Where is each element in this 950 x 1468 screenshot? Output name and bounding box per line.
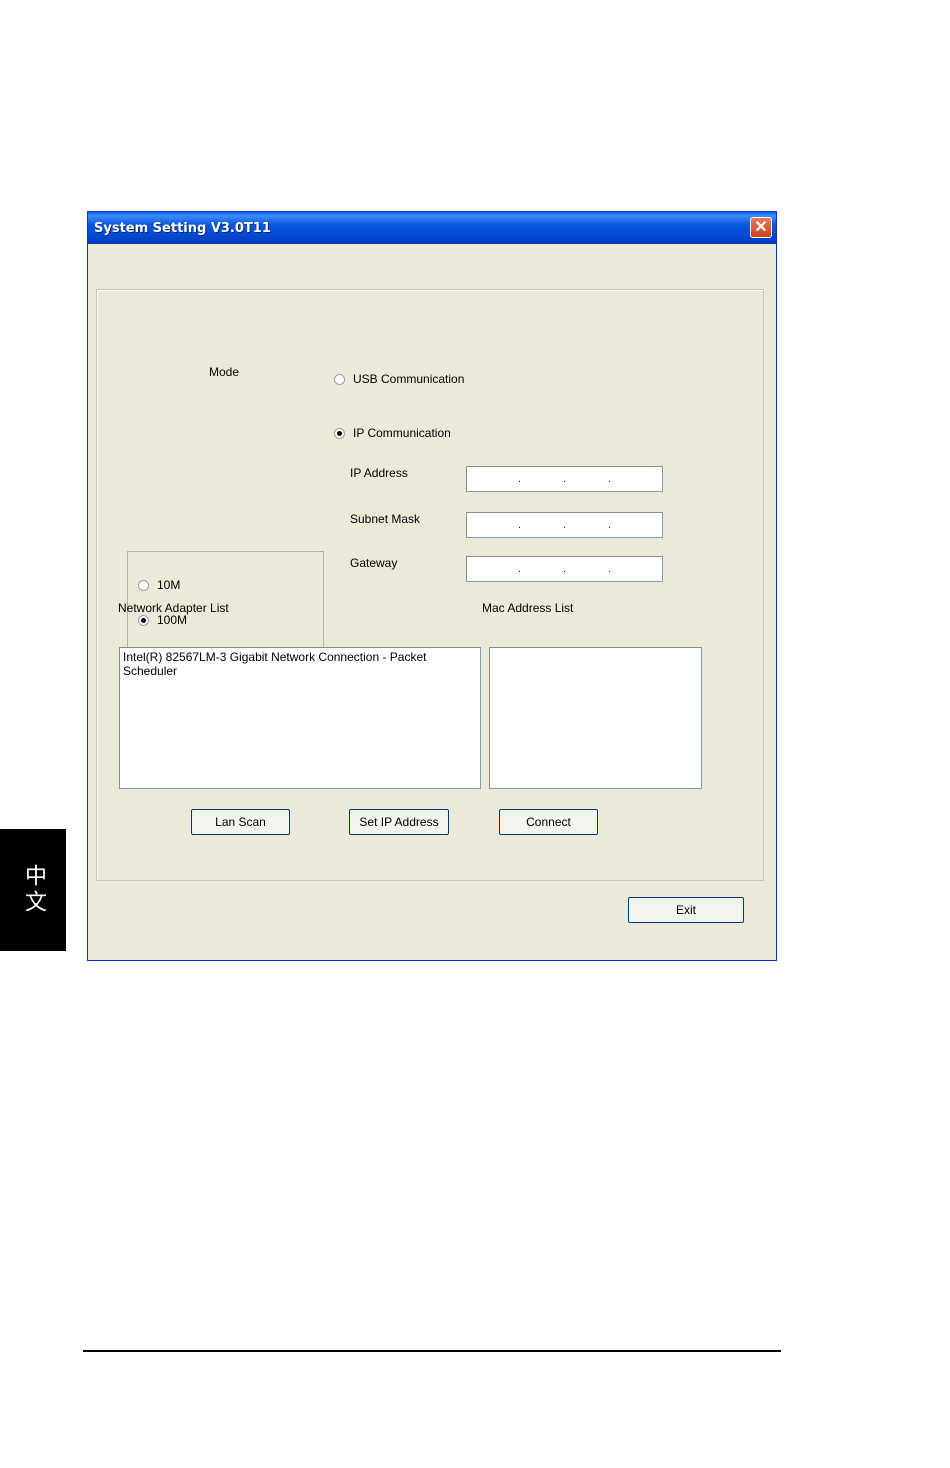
ip-address-input[interactable]: . . . <box>466 466 663 492</box>
settings-group: Mode USB Communication IP Communication … <box>96 289 764 881</box>
footer-rule <box>83 1350 781 1352</box>
usb-communication-label: USB Communication <box>353 372 465 386</box>
mode-label: Mode <box>209 365 240 379</box>
usb-radio-indicator[interactable] <box>334 373 345 385</box>
close-button[interactable]: ✕ <box>750 217 772 238</box>
language-label: 中文 <box>21 864 46 916</box>
lan-scan-button[interactable]: Lan Scan <box>191 809 290 835</box>
gateway-label: Gateway <box>350 556 398 570</box>
mac-address-list-label: Mac Address List <box>482 601 574 615</box>
ip-address-label: IP Address <box>350 466 408 480</box>
ip-separator: . <box>563 564 566 575</box>
ip-separator: . <box>608 520 611 531</box>
speed-10m-label: 10M <box>157 578 181 592</box>
speed-10m-radio[interactable]: 10M <box>138 578 180 592</box>
window-title: System Setting V3.0T11 <box>94 221 271 236</box>
speed-100m-label: 100M <box>157 613 188 627</box>
network-adapter-listbox[interactable]: Intel(R) 82567LM-3 Gigabit Network Conne… <box>119 647 481 789</box>
subnet-mask-input[interactable]: . . . <box>466 512 663 538</box>
language-side-tab: 中文 <box>0 829 66 951</box>
exit-button[interactable]: Exit <box>628 897 744 923</box>
close-icon: ✕ <box>754 218 768 236</box>
ip-separator: . <box>608 474 611 485</box>
usb-communication-radio[interactable]: USB Communication <box>334 372 464 386</box>
set-ip-address-button[interactable]: Set IP Address <box>349 809 449 835</box>
list-item[interactable]: Intel(R) 82567LM-3 Gigabit Network Conne… <box>123 650 477 678</box>
mac-address-listbox[interactable] <box>489 647 702 789</box>
ip-communication-label: IP Communication <box>353 426 451 440</box>
gateway-input[interactable]: . . . <box>466 556 663 582</box>
speed-100m-indicator[interactable] <box>138 614 149 626</box>
subnet-mask-label: Subnet Mask <box>350 512 421 526</box>
ip-separator: . <box>518 520 521 531</box>
connect-button[interactable]: Connect <box>499 809 598 835</box>
title-bar[interactable]: System Setting V3.0T11 ✕ <box>88 212 776 244</box>
ip-radio-indicator[interactable] <box>334 427 345 439</box>
ip-separator: . <box>608 564 611 575</box>
system-setting-window: System Setting V3.0T11 ✕ Mode USB Commun… <box>87 211 777 961</box>
speed-100m-radio[interactable]: 100M <box>138 613 187 627</box>
ip-separator: . <box>563 474 566 485</box>
ip-separator: . <box>563 520 566 531</box>
ip-separator: . <box>518 564 521 575</box>
speed-10m-indicator[interactable] <box>138 579 149 591</box>
ip-separator: . <box>518 474 521 485</box>
ip-communication-radio[interactable]: IP Communication <box>334 426 451 440</box>
network-adapter-list-label: Network Adapter List <box>118 601 229 615</box>
